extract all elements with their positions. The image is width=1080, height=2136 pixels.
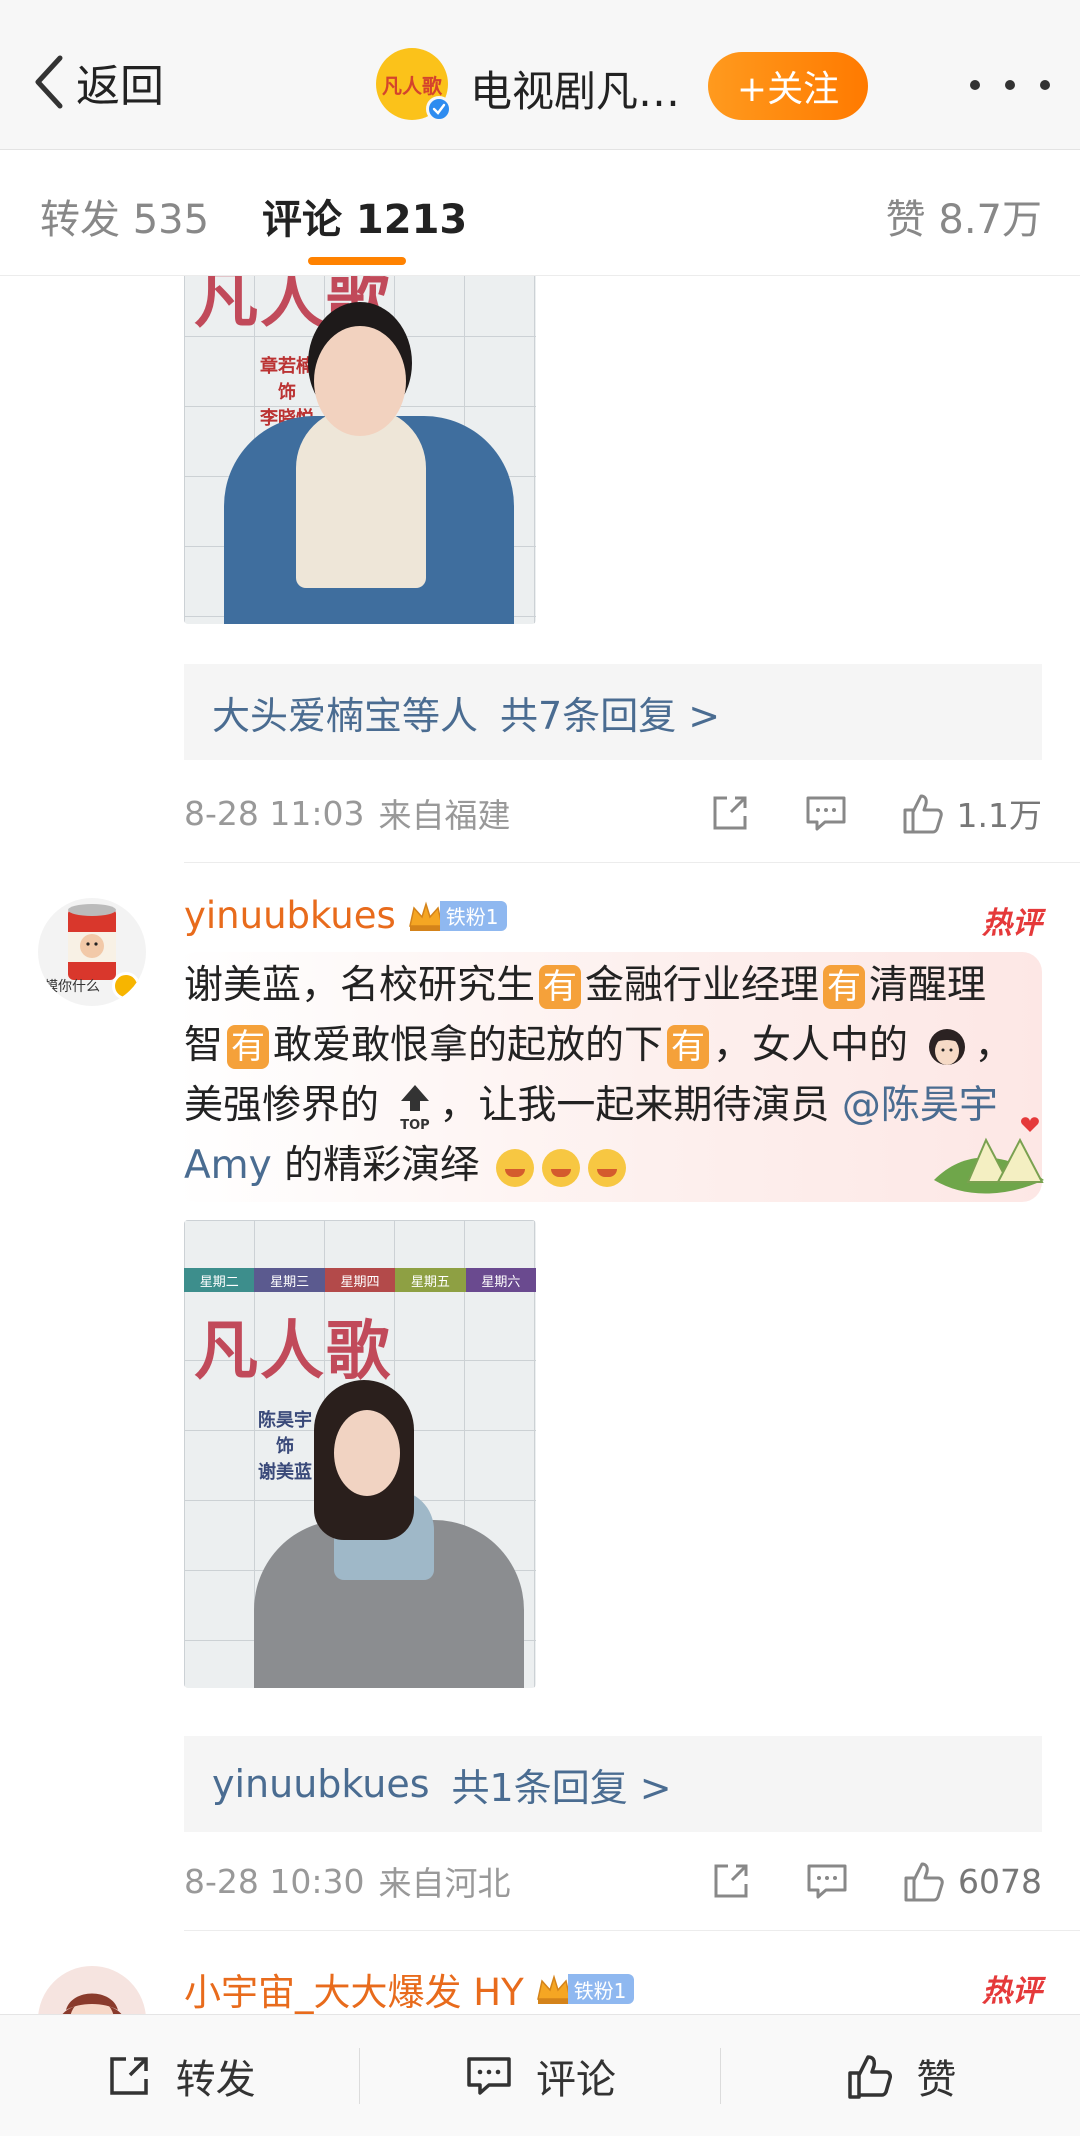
account-name[interactable]: 电视剧凡… — [470, 58, 680, 119]
comment-divider — [184, 862, 1080, 863]
comment-icon — [467, 2056, 511, 2095]
repost-button[interactable]: 转发 — [0, 2015, 359, 2136]
thumbs-up-icon[interactable] — [899, 790, 945, 836]
top-nav: 返回 凡人歌 电视剧凡… +关注 — [0, 0, 1080, 150]
commenter-avatar[interactable] — [38, 1966, 146, 2014]
comment-meta: 8-28 11:03 来自福建 1.1万 — [184, 788, 1042, 838]
blush-emoji-icon — [495, 1148, 534, 1187]
thumbs-up-icon — [848, 2054, 893, 2099]
tab-repost[interactable]: 转发 535 — [40, 187, 209, 245]
chevron-left-icon — [35, 55, 63, 109]
comment-body: 谢美蓝，名校研究生有金融行业经理有清醒理智有敢爱敢恨拿的起放的下有，女人中的 ，… — [184, 963, 1014, 1188]
commenter-avatar[interactable]: 蟆你什么 — [38, 898, 146, 1006]
like-button[interactable]: 赞 — [721, 2015, 1080, 2136]
poster-credit: 陈昊宇 饰 谢美蓝 — [258, 1410, 312, 1483]
like-count: 6078 — [958, 1861, 1042, 1901]
tab-like[interactable]: 赞 8.7万 — [886, 187, 1042, 245]
fan-level-badge: 铁粉1 — [406, 899, 507, 933]
poster-title: 凡人歌 — [194, 1314, 392, 1389]
replies-summary[interactable]: yinuubkues 共1条回复 > — [184, 1736, 1042, 1832]
poster-day-bar: 星期二 星期三 星期四 星期五 星期六 — [184, 1268, 536, 1292]
back-button[interactable]: 返回 — [30, 52, 164, 112]
fan-level-badge: 铁粉1 — [534, 1972, 635, 2006]
account-avatar[interactable]: 凡人歌 — [376, 48, 452, 122]
verified-badge-icon — [426, 96, 452, 122]
reply-icon[interactable] — [804, 1858, 850, 1904]
share-icon[interactable] — [707, 790, 753, 836]
replies-summary[interactable]: 大头爱楠宝等人 共7条回复 > — [184, 664, 1042, 760]
blush-emoji-icon — [587, 1148, 626, 1187]
top-arrow-emoji-icon: TOP — [401, 1084, 430, 1133]
active-tab-indicator — [308, 257, 406, 265]
comment-location: 来自河北 — [378, 1864, 511, 1903]
zongzi-decoration-icon — [934, 1117, 1044, 1194]
commenter-name[interactable]: 小宇宙_大大爆发 HY 铁粉1 — [184, 1962, 635, 2014]
share-icon[interactable] — [708, 1858, 754, 1904]
avatar-illustration — [62, 1993, 122, 2014]
more-options-icon[interactable] — [970, 70, 1050, 100]
thumbs-up-icon[interactable] — [900, 1858, 946, 1904]
comment-feed[interactable]: 凡人歌 章若楠 饰 李晓悦 大头爱楠宝等人 共7条回复 > 8-28 11:03… — [0, 276, 1080, 2014]
comment-divider — [184, 1930, 1080, 1931]
svg-text:TOP: TOP — [401, 1118, 430, 1133]
blush-emoji-icon — [541, 1148, 580, 1187]
like-count: 1.1万 — [956, 796, 1042, 835]
hot-comment-badge: 热评 — [982, 1974, 1042, 2009]
tab-comment[interactable]: 评论 1213 — [262, 187, 467, 245]
comment-location: 来自福建 — [378, 796, 511, 835]
comment-time: 8-28 10:30 — [184, 1861, 365, 1901]
comment-image[interactable]: 凡人歌 章若楠 饰 李晓悦 — [184, 276, 536, 624]
comment-image[interactable]: 星期二 星期三 星期四 星期五 星期六 凡人歌 陈昊宇 饰 谢美蓝 — [184, 1220, 536, 1688]
share-icon — [109, 2056, 148, 2095]
comment-button[interactable]: 评论 — [360, 2015, 719, 2136]
tab-bar: 转发 535 评论 1213 赞 8.7万 — [0, 151, 1080, 276]
avatar-caption: 蟆你什么 — [44, 979, 100, 995]
comment-meta: 8-28 10:30 来自河北 6078 — [184, 1856, 1042, 1906]
verified-badge-icon — [112, 972, 140, 1000]
bottom-action-bar: 转发 评论 赞 — [0, 2014, 1080, 2136]
back-label: 返回 — [76, 61, 164, 112]
woman-emoji-icon — [929, 1028, 966, 1065]
commenter-name[interactable]: yinuubkues 铁粉1 — [184, 894, 507, 937]
account-avatar-logo: 凡人歌 — [382, 73, 442, 98]
hot-comment-badge: 热评 — [982, 906, 1042, 941]
comment-time: 8-28 11:03 — [184, 793, 365, 833]
reply-icon[interactable] — [803, 790, 849, 836]
follow-button[interactable]: +关注 — [708, 52, 868, 120]
